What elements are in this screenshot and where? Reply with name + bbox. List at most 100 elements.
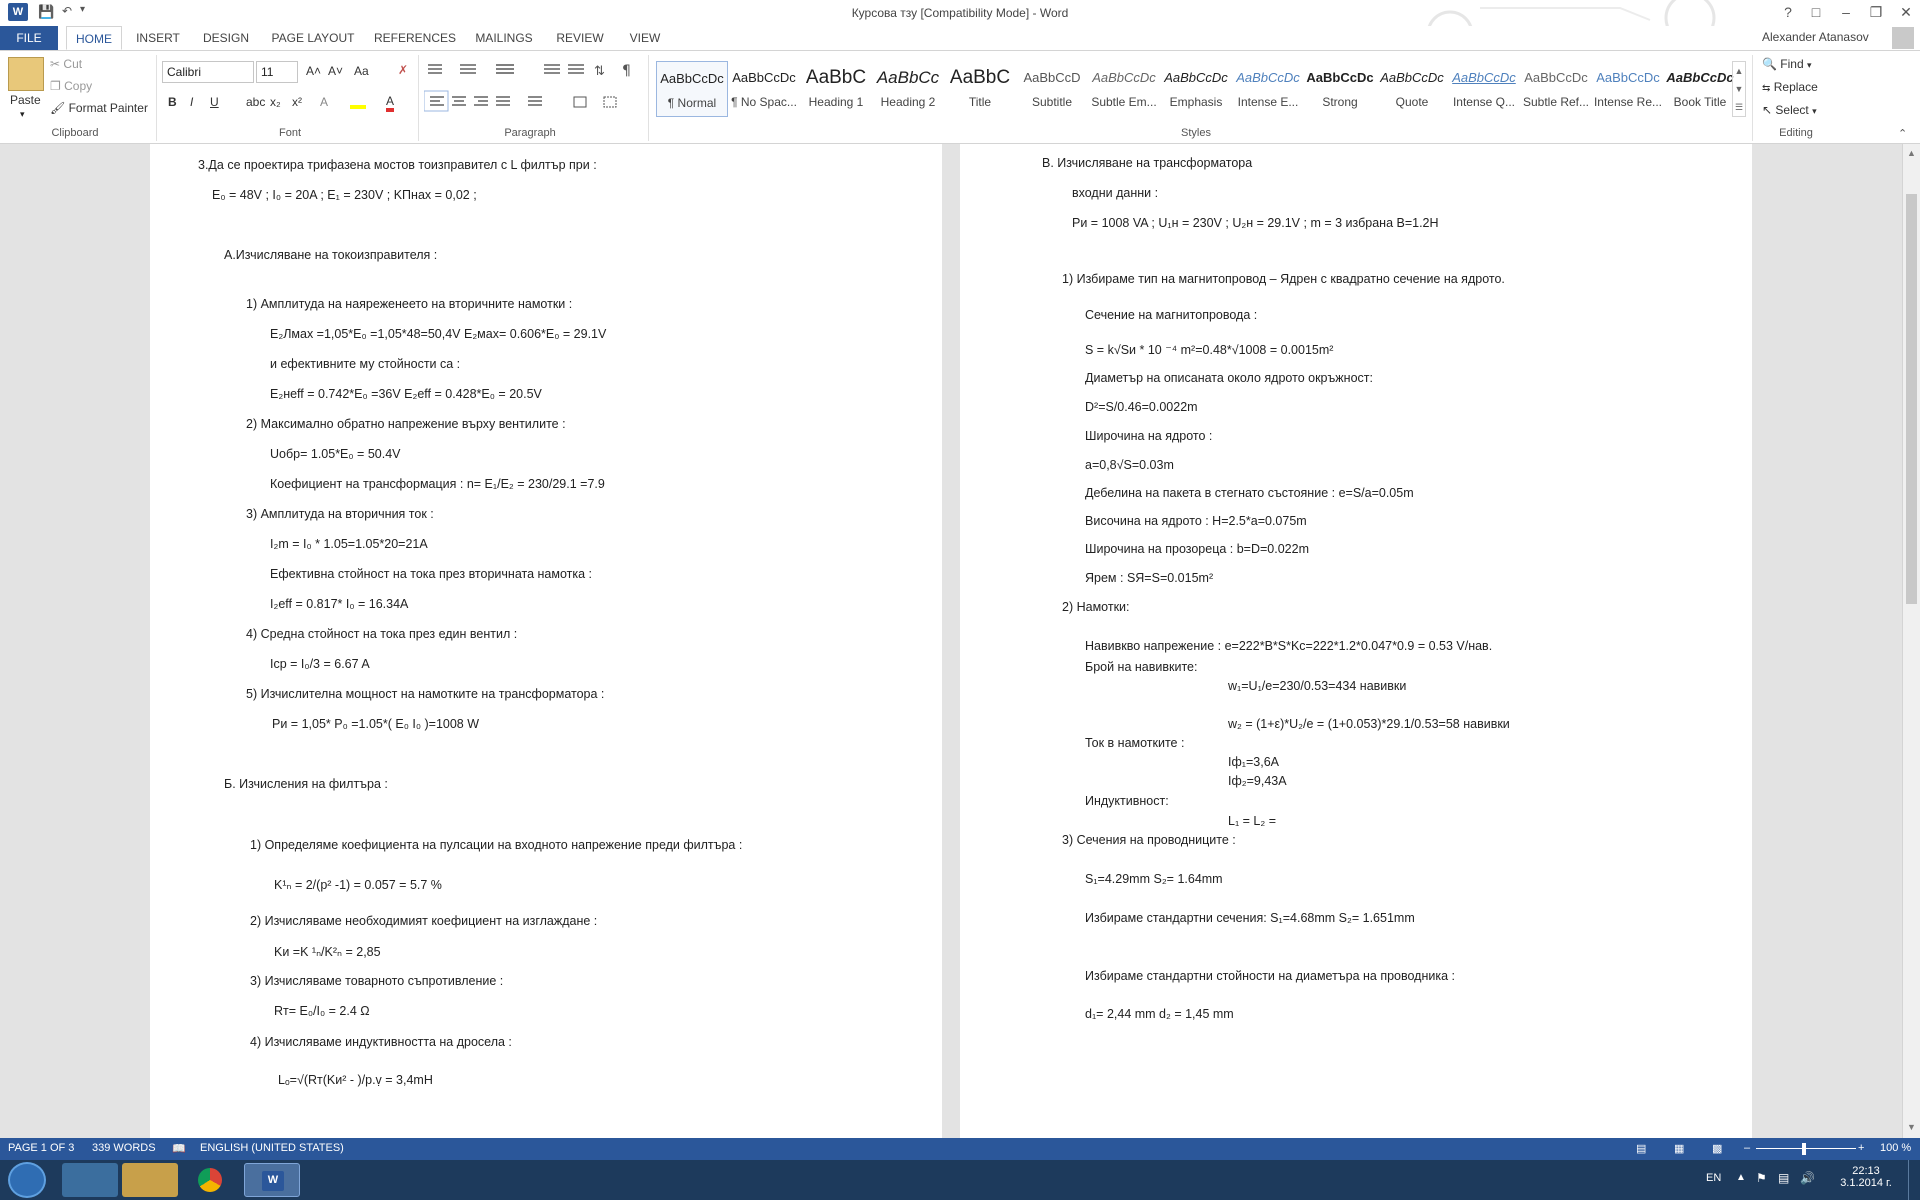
style-emphasis[interactable]: AaBbCcDc Emphasis bbox=[1160, 61, 1232, 117]
file-explorer-taskbar-icon[interactable] bbox=[122, 1163, 178, 1197]
scroll-up-icon[interactable]: ▲ bbox=[1907, 148, 1916, 158]
chevron-down-icon[interactable]: ▼ bbox=[1735, 84, 1744, 94]
help-button[interactable]: ? bbox=[1774, 0, 1802, 24]
clear-formatting-icon[interactable]: ✗ bbox=[398, 63, 408, 77]
doc-line: w₁=U₁/e=230/0.53=434 навивки bbox=[1228, 679, 1407, 693]
font-color-icon[interactable]: A bbox=[386, 94, 395, 112]
minimize-button[interactable]: – bbox=[1832, 0, 1860, 24]
flag-icon[interactable]: ⚑ bbox=[1756, 1171, 1767, 1185]
style-intense-emphasis[interactable]: AaBbCcDc Intense E... bbox=[1232, 61, 1304, 117]
select-button[interactable]: ↖ Select ▾ bbox=[1762, 103, 1817, 117]
highlight-icon[interactable] bbox=[350, 95, 366, 109]
zoom-slider-thumb[interactable] bbox=[1802, 1143, 1806, 1155]
style-heading-1[interactable]: AaBbC Heading 1 bbox=[800, 61, 872, 117]
style-strong[interactable]: AaBbCcDc Strong bbox=[1304, 61, 1376, 117]
style-subtle-emphasis[interactable]: AaBbCcDc Subtle Em... bbox=[1088, 61, 1160, 117]
style-no-spacing[interactable]: AaBbCcDc ¶ No Spac... bbox=[728, 61, 800, 117]
show-hidden-icons-icon[interactable]: ▲ bbox=[1736, 1172, 1746, 1183]
tab-design[interactable]: DESIGN bbox=[196, 26, 256, 50]
language-indicator[interactable]: EN bbox=[1706, 1172, 1721, 1184]
style-book-title[interactable]: AaBbCcDc Book Title bbox=[1664, 61, 1736, 117]
copy-button[interactable]: ❐ Copy bbox=[50, 79, 92, 93]
style-subtitle[interactable]: AaBbCcD Subtitle bbox=[1016, 61, 1088, 117]
replace-button[interactable]: ⇆ Replace bbox=[1762, 80, 1818, 94]
doc-line: 3) Сечения на проводниците : bbox=[1062, 833, 1236, 847]
start-button[interactable] bbox=[8, 1162, 46, 1198]
volume-icon[interactable]: 🔊 bbox=[1800, 1171, 1815, 1185]
network-icon[interactable]: ▤ bbox=[1778, 1171, 1789, 1185]
zoom-slider[interactable] bbox=[1756, 1148, 1856, 1149]
find-button[interactable]: 🔍 Find ▾ bbox=[1762, 57, 1812, 71]
close-button[interactable]: ✕ bbox=[1892, 0, 1920, 24]
zoom-level[interactable]: 100 % bbox=[1880, 1142, 1911, 1154]
ribbon-display-options-button[interactable]: □ bbox=[1802, 0, 1830, 24]
print-layout-icon[interactable]: ▦ bbox=[1674, 1142, 1684, 1155]
style-intense-reference[interactable]: AaBbCcDc Intense Re... bbox=[1592, 61, 1664, 117]
zoom-out-icon[interactable]: – bbox=[1744, 1142, 1750, 1154]
group-divider bbox=[1752, 55, 1753, 141]
tab-home[interactable]: HOME bbox=[66, 26, 122, 50]
zoom-in-icon[interactable]: + bbox=[1858, 1142, 1864, 1154]
style-heading-2[interactable]: AaBbCc Heading 2 bbox=[872, 61, 944, 117]
clock[interactable]: 22:13 3.1.2014 г. bbox=[1836, 1165, 1896, 1189]
word-taskbar-icon[interactable]: W bbox=[244, 1163, 300, 1197]
avatar[interactable] bbox=[1892, 27, 1914, 49]
language-indicator[interactable]: ENGLISH (UNITED STATES) bbox=[200, 1142, 344, 1154]
font-name-input[interactable]: Calibri bbox=[162, 61, 254, 83]
font-size-input[interactable]: 11 bbox=[256, 61, 298, 83]
collapse-ribbon-icon[interactable]: ⌃ bbox=[1898, 127, 1907, 140]
doc-line: Диаметър на описаната около ядрото окръж… bbox=[1085, 371, 1373, 385]
calculator-taskbar-icon[interactable] bbox=[62, 1163, 118, 1197]
style-preview: AaBbCcDc bbox=[1452, 70, 1516, 85]
superscript-button[interactable]: x² bbox=[292, 95, 302, 109]
show-desktop-button[interactable] bbox=[1908, 1160, 1920, 1200]
tab-mailings[interactable]: MAILINGS bbox=[468, 26, 540, 50]
tab-references[interactable]: REFERENCES bbox=[370, 26, 460, 50]
style-subtle-reference[interactable]: AaBbCcDc Subtle Ref... bbox=[1520, 61, 1592, 117]
italic-button[interactable]: I bbox=[190, 95, 193, 109]
tab-page-layout[interactable]: PAGE LAYOUT bbox=[266, 26, 360, 50]
scroll-down-icon[interactable]: ▼ bbox=[1907, 1122, 1916, 1132]
web-layout-icon[interactable]: ▩ bbox=[1712, 1142, 1722, 1155]
strikethrough-icon[interactable]: abc bbox=[246, 95, 265, 109]
restore-button[interactable]: ❐ bbox=[1862, 0, 1890, 24]
style-normal[interactable]: AaBbCcDc ¶ Normal bbox=[656, 61, 728, 117]
vertical-scrollbar[interactable]: ▲ ▼ bbox=[1902, 144, 1920, 1138]
read-mode-icon[interactable]: ▤ bbox=[1636, 1142, 1646, 1155]
font-group-label: Font bbox=[278, 127, 301, 139]
paste-button[interactable]: Paste bbox=[10, 93, 41, 107]
cut-button[interactable]: ✂ Cut bbox=[50, 57, 82, 71]
ribbon-home: Paste ▾ ✂ Cut ❐ Copy 🖌 Format Painter Cl… bbox=[0, 50, 1920, 144]
style-quote[interactable]: AaBbCcDc Quote bbox=[1376, 61, 1448, 117]
chrome-taskbar-icon[interactable] bbox=[182, 1163, 238, 1197]
paste-icon[interactable] bbox=[8, 57, 44, 91]
scrollbar-thumb[interactable] bbox=[1906, 194, 1917, 604]
grow-font-button[interactable]: A˄ bbox=[306, 64, 321, 78]
style-intense-quote[interactable]: AaBbCcDc Intense Q... bbox=[1448, 61, 1520, 117]
bold-button[interactable]: B bbox=[168, 95, 177, 109]
style-name: Intense E... bbox=[1237, 95, 1299, 109]
underline-button[interactable]: U bbox=[210, 95, 219, 109]
tab-insert[interactable]: INSERT bbox=[130, 26, 186, 50]
doc-line: Iф₂=9,43A bbox=[1228, 774, 1287, 788]
subscript-button[interactable]: x₂ bbox=[270, 95, 281, 109]
proofing-icon[interactable]: 📖 bbox=[172, 1142, 186, 1155]
tab-file[interactable]: FILE bbox=[0, 26, 58, 50]
text-effects-icon[interactable]: A bbox=[320, 95, 328, 109]
format-painter-button[interactable]: 🖌 Format Painter bbox=[50, 101, 148, 115]
word-count[interactable]: 339 WORDS bbox=[92, 1142, 156, 1154]
page-right[interactable]: В. Изчисляване на трансформатора входни … bbox=[960, 144, 1752, 1138]
shrink-font-button[interactable]: A˅ bbox=[328, 64, 343, 78]
user-name[interactable]: Alexander Atanasov bbox=[1762, 30, 1869, 44]
style-title[interactable]: AaBbC Title bbox=[944, 61, 1016, 117]
tab-review[interactable]: REVIEW bbox=[548, 26, 612, 50]
tab-view[interactable]: VIEW bbox=[620, 26, 670, 50]
page-left[interactable]: 3.Да се проектира трифазена мостов тоизп… bbox=[150, 144, 942, 1138]
paste-dropdown-icon[interactable]: ▾ bbox=[20, 109, 25, 120]
styles-scroll[interactable]: ▲ ▼ ☰ bbox=[1732, 61, 1746, 117]
change-case-button[interactable]: Aa bbox=[354, 64, 369, 78]
chevron-up-icon[interactable]: ▲ bbox=[1735, 66, 1744, 76]
page-count[interactable]: PAGE 1 OF 3 bbox=[8, 1142, 74, 1154]
more-icon[interactable]: ☰ bbox=[1735, 102, 1743, 112]
style-name: Subtle Ref... bbox=[1522, 95, 1590, 109]
